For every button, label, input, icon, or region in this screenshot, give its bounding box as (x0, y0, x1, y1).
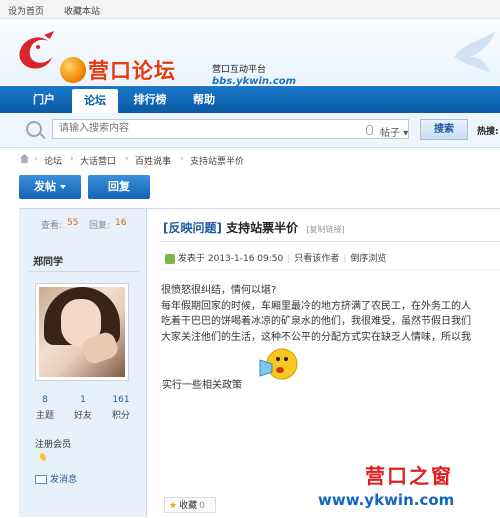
thread-stats: 查看: 55 回复: 16 (19, 215, 146, 233)
post-paragraph: 很愤怒很纠结，情何以堪? (161, 285, 277, 296)
reply-button[interactable]: 回复 (88, 175, 150, 199)
watermark-site-name: 营口之窗 (365, 464, 453, 488)
post-paragraph: 吃着干巴巴的饼喝着冰凉的矿泉水的他们，我很难受，虽然节假日我们 (161, 316, 471, 327)
only-author-link[interactable]: 只看该作者 (294, 254, 339, 264)
bird-decoration-icon (454, 31, 496, 73)
home-icon[interactable] (20, 154, 29, 163)
search-input[interactable] (52, 119, 409, 139)
breadcrumb: › 论坛 › 大话营口 › 百姓说事 › 支持站票半价 (0, 152, 500, 168)
new-post-label: 发帖 (34, 180, 56, 193)
favorite-button[interactable]: ★ 收藏 0 (164, 497, 216, 513)
divider (159, 241, 500, 242)
replies-count: 16 (115, 218, 127, 228)
dragon-logo-icon (19, 31, 54, 69)
microphone-icon[interactable] (366, 125, 373, 135)
post-timestamp: 发表于 2013-1-16 09:50 (178, 254, 284, 264)
favorite-count: 0 (199, 501, 205, 511)
new-post-button[interactable]: 发帖 (19, 175, 81, 199)
author-sidebar: 查看: 55 回复: 16 郑同学 8 主题 1 好友 161 积分 注册会员 … (19, 209, 147, 517)
search-button[interactable]: 搜索 (420, 119, 468, 140)
site-header: 营口论坛 营口互动平台 bbs.ykwin.com (0, 19, 500, 87)
star-icon: ★ (169, 501, 178, 511)
views-count: 55 (67, 218, 79, 228)
search-bar: 帖子 ▾ 搜索 热搜: (0, 113, 500, 148)
moon-rank-icon (36, 453, 46, 463)
chevron-down-icon: ▾ (403, 128, 409, 139)
watermark-url: www.ykwin.com (318, 491, 455, 509)
favorite-label: 收藏 (179, 501, 198, 511)
hot-search-label: 热搜: (477, 127, 499, 137)
divider (159, 269, 500, 270)
avatar[interactable] (35, 283, 129, 381)
nav-portal[interactable]: 门户 (20, 86, 68, 113)
search-type-label: 帖子 (380, 128, 400, 139)
breadcrumb-forum[interactable]: 论坛 (44, 154, 62, 167)
nav-forum[interactable]: 论坛 (72, 89, 118, 113)
author-stat-friends[interactable]: 1 好友 (63, 395, 103, 421)
breadcrumb-separator: › (125, 154, 129, 164)
author-name[interactable]: 郑同学 (33, 253, 63, 268)
breadcrumb-separator: › (70, 154, 74, 164)
main-nav: 门户 论坛 排行榜 帮助 (0, 86, 500, 113)
post-title: [反映问题] 支持站票半价 [复制链接] (163, 219, 345, 236)
views-label: 查看: (41, 221, 63, 231)
site-slogan: 营口互动平台 (212, 65, 267, 75)
author-stat-topics[interactable]: 8 主题 (25, 395, 65, 421)
bookmark-link[interactable]: 收藏本站 (64, 4, 100, 17)
breadcrumb-separator: › (180, 154, 184, 164)
envelope-icon (35, 475, 47, 484)
top-bar: 设为首页 收藏本站 (0, 0, 500, 19)
send-message-link[interactable]: 发消息 (35, 472, 77, 485)
post-title-text: 支持站票半价 (226, 221, 299, 235)
post-closing-line: 实行一些相关政策 (162, 380, 242, 391)
send-message-label: 发消息 (50, 475, 78, 485)
site-logo-text[interactable]: 营口论坛 (88, 55, 176, 85)
caret-down-icon (60, 185, 66, 189)
breadcrumb-thread[interactable]: 支持站票半价 (190, 154, 244, 167)
replies-label: 回复: (89, 221, 111, 231)
nav-help[interactable]: 帮助 (182, 86, 226, 113)
post-paragraph: 大家关注他们的生活，这种不公平的分配方式实在缺乏人情味，所以我 (161, 331, 471, 343)
search-icon (26, 121, 42, 137)
breadcrumb-board[interactable]: 大话营口 (80, 154, 116, 167)
online-status-icon (165, 253, 175, 264)
reverse-view-link[interactable]: 倒序浏览 (350, 254, 386, 264)
copy-link-button[interactable]: [复制链接] (306, 225, 344, 234)
post-meta: 发表于 2013-1-16 09:50 | 只看该作者 | 倒序浏览 (165, 251, 386, 264)
set-homepage-link[interactable]: 设为首页 (8, 4, 44, 17)
avatar-photo (39, 287, 125, 377)
shouting-emoji-icon (259, 348, 298, 380)
nav-ranking[interactable]: 排行榜 (122, 86, 178, 113)
author-stat-points[interactable]: 161 积分 (101, 395, 141, 421)
post-paragraph: 每年假期回家的时候，车厢里最冷的地方挤满了农民工，在外务工的人 (161, 300, 471, 312)
author-role: 注册会员 (35, 440, 72, 450)
breadcrumb-subboard[interactable]: 百姓说事 (135, 154, 171, 167)
breadcrumb-separator: › (34, 154, 38, 164)
search-type-select[interactable]: 帖子 ▾ (380, 124, 408, 139)
post-category-tag[interactable]: [反映问题] (163, 221, 222, 235)
logo-ball-icon (60, 57, 86, 83)
post-body: 很愤怒很纠结，情何以堪? 每年假期回家的时候，车厢里最冷的地方挤满了农民工，在外… (161, 283, 500, 345)
divider (29, 271, 139, 272)
